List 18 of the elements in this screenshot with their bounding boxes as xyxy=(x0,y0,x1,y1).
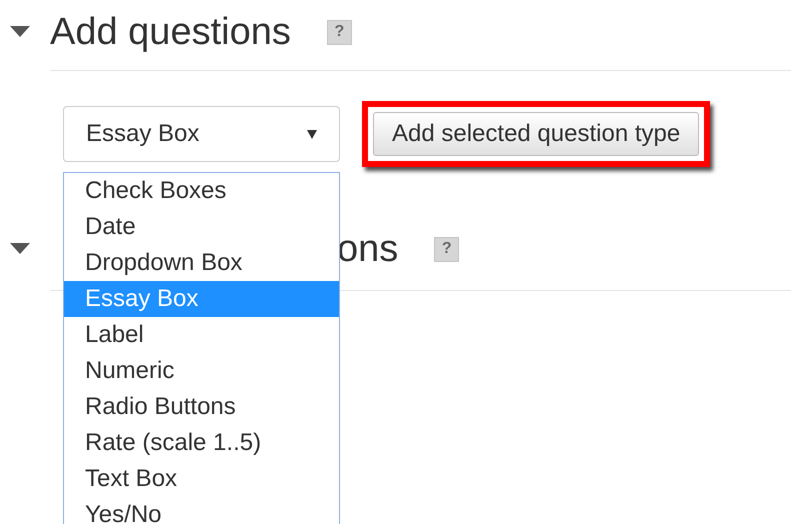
collapse-caret-icon[interactable] xyxy=(10,243,30,255)
dropdown-option[interactable]: Rate (scale 1..5) xyxy=(64,425,339,461)
help-icon[interactable]: ? xyxy=(434,236,460,262)
help-icon[interactable]: ? xyxy=(326,20,352,44)
collapse-caret-icon[interactable] xyxy=(10,26,30,38)
question-type-select[interactable]: Essay Box xyxy=(63,106,340,162)
dropdown-option[interactable]: Dropdown Box xyxy=(64,245,339,281)
dropdown-option[interactable]: Date xyxy=(64,209,339,245)
dropdown-option[interactable]: Numeric xyxy=(64,353,339,389)
dropdown-option[interactable]: Text Box xyxy=(64,461,339,497)
section-heading: Add questions xyxy=(50,13,291,51)
caret-icon xyxy=(307,130,317,138)
add-question-type-button[interactable]: Add selected question type xyxy=(373,112,700,156)
dropdown-option[interactable]: Label xyxy=(64,317,339,353)
section-heading: ons xyxy=(337,230,398,268)
dropdown-option[interactable]: Check Boxes xyxy=(64,173,339,209)
dropdown-option[interactable]: Yes/No xyxy=(64,497,339,524)
dropdown-option[interactable]: Radio Buttons xyxy=(64,389,339,425)
